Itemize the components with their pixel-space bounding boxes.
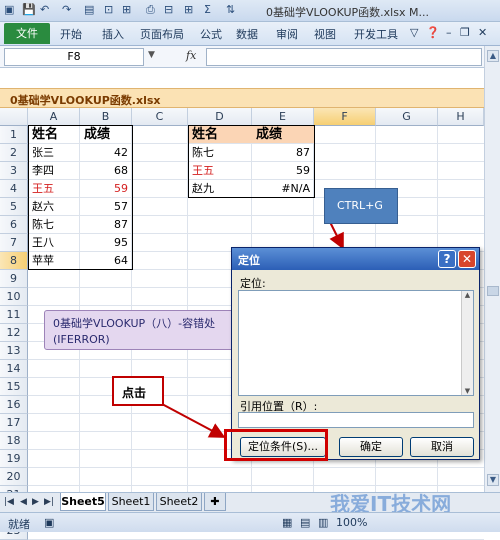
goto-label: 定位:: [240, 277, 266, 290]
list-scroll-down-icon[interactable]: ▼: [462, 387, 473, 395]
normal-view-icon[interactable]: ▦: [282, 516, 292, 529]
cancel-button[interactable]: 取消: [410, 437, 474, 457]
goto-list[interactable]: ▲ ▼: [238, 290, 474, 396]
dialog-help-icon[interactable]: ?: [438, 250, 456, 268]
dialog-close-icon[interactable]: ✕: [458, 250, 476, 268]
click-label: 点击: [122, 386, 147, 400]
sheet-tab-sheet2[interactable]: Sheet2: [156, 493, 202, 511]
reference-input[interactable]: [238, 412, 474, 428]
next-sheet-icon[interactable]: ▶: [32, 497, 39, 507]
goto-list-scrollbar[interactable]: ▲ ▼: [461, 291, 473, 395]
status-bar: 就绪 ▣ ▦ ▤ ▥ 100%: [0, 512, 500, 532]
list-scroll-up-icon[interactable]: ▲: [462, 291, 473, 299]
sheet-tab-sheet5[interactable]: Sheet5: [60, 493, 106, 511]
tutorial-note-line2: (IFERROR): [53, 333, 110, 346]
click-arrow: [161, 403, 226, 438]
ctrlg-callout: CTRL+G: [324, 188, 398, 224]
insert-sheet-icon[interactable]: ✚: [204, 493, 226, 511]
ok-button[interactable]: 确定: [339, 437, 403, 457]
ctrlg-label: CTRL+G: [337, 199, 383, 212]
dialog-title-bar[interactable]: 定位 ? ✕: [232, 248, 479, 270]
status-ready: 就绪: [8, 518, 30, 531]
prev-sheet-icon[interactable]: ◀: [20, 497, 27, 507]
goto-special-highlight: [224, 429, 328, 461]
macro-record-icon[interactable]: ▣: [44, 516, 54, 529]
first-sheet-icon[interactable]: |◀: [4, 497, 14, 507]
click-callout: 点击: [112, 376, 164, 406]
dialog-title: 定位: [238, 254, 260, 267]
zoom-level[interactable]: 100%: [336, 516, 367, 529]
page-layout-view-icon[interactable]: ▤: [300, 516, 310, 529]
sheet-tab-sheet1[interactable]: Sheet1: [108, 493, 154, 511]
page-break-view-icon[interactable]: ▥: [318, 516, 328, 529]
tutorial-note-line1: 0基础学VLOOKUP（八）-容错处: [53, 317, 216, 330]
last-sheet-icon[interactable]: ▶|: [44, 497, 54, 507]
